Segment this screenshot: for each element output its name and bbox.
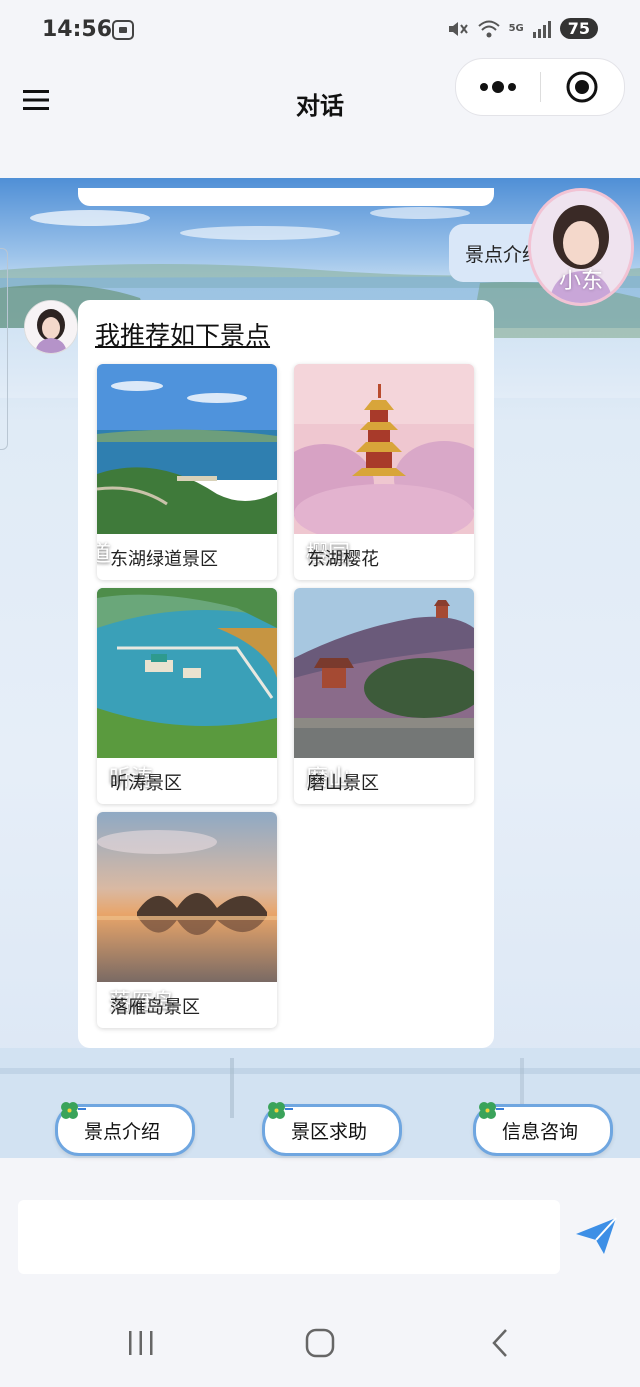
message-input[interactable] [18,1200,560,1274]
system-nav-bar [0,1302,640,1387]
battery-indicator: 75 [559,18,598,39]
recent-apps-icon[interactable] [121,1328,161,1358]
user-avatar-name: 小东 [558,269,603,294]
spot-card-moshan[interactable]: 磨山 磨山景区 [294,588,474,804]
spot-image-tingtao [97,588,277,758]
spot-card-donghu-greenway[interactable]: 道 东湖绿道景区 [97,364,277,580]
spot-image-cherry-blossom [294,364,474,534]
recommendation-title[interactable]: 我推荐如下景点 [95,316,270,352]
quick-action-scenic-intro[interactable]: 景点介绍 [55,1102,195,1156]
quick-action-label: 景区求助 [291,1121,368,1143]
home-icon[interactable] [300,1328,340,1358]
screen-record-icon [112,20,134,40]
close-miniprogram-icon[interactable] [541,59,623,115]
network-type: 5G [508,23,524,34]
back-icon[interactable] [480,1328,520,1358]
spot-card-tingtao[interactable]: 听涛 听涛景区 [97,588,277,804]
app-header: 对话 [0,56,640,154]
user-avatar[interactable]: 小东 [528,188,634,306]
signal-icon [532,20,551,38]
bot-recommendation-card: 我推荐如下景点 道 东湖绿道景区 樱园 东湖樱花 听涛 听涛景区 磨山 磨山景区… [78,300,494,1048]
input-bar [0,1172,640,1302]
side-drawer-handle[interactable] [0,248,8,450]
spot-overlay-text: 道 [97,542,112,567]
spot-label: 东湖绿道景区 [110,549,218,570]
status-bar: 14:56 5G 75 [0,0,640,62]
spot-label: 磨山景区 [307,773,379,794]
spot-label: 东湖樱花 [307,549,379,570]
bot-avatar[interactable] [24,300,78,354]
more-icon[interactable] [456,59,540,115]
status-time: 14:56 [42,17,113,42]
send-icon[interactable] [574,1214,618,1258]
wifi-icon [477,20,500,37]
previous-message-edge [78,188,494,206]
quick-action-label: 景点介绍 [84,1121,161,1143]
chat-area[interactable]: 景点介绍 小东 我推荐如下景点 道 东湖绿道景区 樱园 东湖樱花 听涛 听涛景区… [0,178,640,1158]
spot-card-cherry-blossom[interactable]: 樱园 东湖樱花 [294,364,474,580]
quick-action-label: 信息咨询 [502,1121,579,1143]
mute-icon [448,21,468,36]
quick-action-scenic-help[interactable]: 景区求助 [262,1102,402,1156]
spot-image-moshan [294,588,474,758]
status-icons: 5G 75 [447,18,598,39]
spot-card-luoyan-island[interactable]: 落雁岛 落雁岛景区 [97,812,277,1028]
spot-label: 听涛景区 [110,773,182,794]
spot-image-donghu-greenway [97,364,277,534]
miniprogram-capsule [455,58,625,116]
spot-image-luoyan-island [97,812,277,982]
quick-action-info-consult[interactable]: 信息咨询 [473,1102,613,1156]
spot-label: 落雁岛景区 [110,997,200,1018]
